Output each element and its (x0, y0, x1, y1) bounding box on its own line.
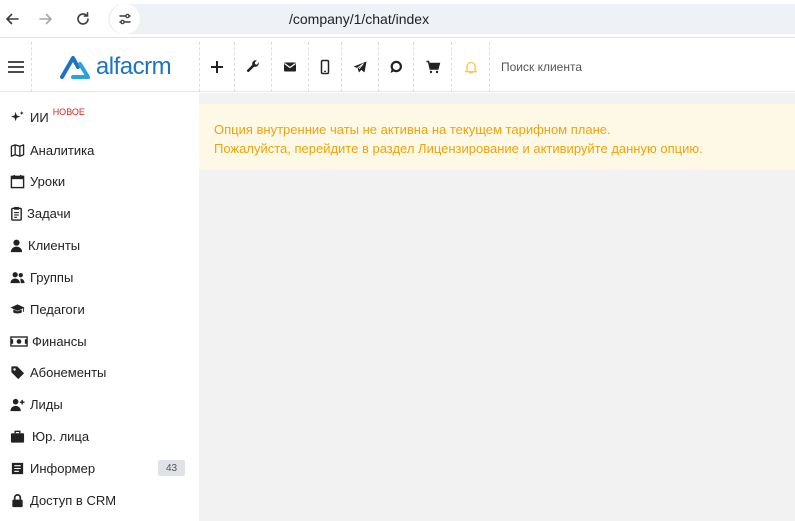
arrow-right-icon (39, 13, 53, 25)
sidebar-item-label: Клиенты (28, 237, 81, 253)
main-content: Опция внутренние чаты не активна на теку… (199, 93, 795, 521)
sidebar-item-label: Педагоги (30, 301, 85, 317)
address-bar[interactable]: /company/1/chat/index (108, 4, 795, 34)
bell-icon (464, 61, 477, 74)
newspaper-icon (9, 460, 25, 476)
sidebar-item-groups[interactable]: Группы (0, 261, 199, 293)
chat-button[interactable] (379, 42, 414, 92)
lock-icon (9, 492, 25, 508)
sidebar-item-ai[interactable]: ИИ НОВОЕ (0, 101, 199, 133)
tune-icon (119, 13, 131, 25)
sparkles-icon (9, 109, 25, 125)
notifications-button[interactable] (452, 42, 490, 92)
sidebar-item-label: Лиды (30, 396, 63, 412)
plus-icon (211, 61, 223, 73)
add-button[interactable] (200, 42, 235, 92)
user-plus-icon (9, 396, 25, 412)
app-header: alfacrm (0, 42, 795, 92)
envelope-icon (284, 62, 296, 72)
sidebar: ИИ НОВОЕ Аналитика Уроки Задачи Клиенты … (0, 93, 199, 521)
back-button[interactable] (0, 2, 29, 36)
sidebar-item-crm-access[interactable]: Доступ в CRM (0, 484, 199, 516)
sidebar-item-leads[interactable]: Лиды (0, 388, 199, 420)
client-search-input[interactable] (501, 60, 781, 74)
mobile-button[interactable] (309, 42, 342, 92)
sidebar-item-lessons[interactable]: Уроки (0, 165, 199, 197)
clipboard-icon (8, 205, 24, 221)
sidebar-item-analytics[interactable]: Аналитика (0, 134, 199, 166)
logo[interactable]: alfacrm (32, 42, 200, 92)
site-info-button[interactable] (110, 4, 140, 34)
new-badge: НОВОЕ (52, 107, 85, 117)
sidebar-item-label: Доступ в CRM (30, 492, 117, 508)
count-badge: 43 (158, 460, 185, 476)
license-warning-alert: Опция внутренние чаты не активна на теку… (199, 104, 795, 170)
sidebar-item-informer[interactable]: Информер 43 (0, 452, 199, 484)
alfacrm-logo-icon (59, 56, 90, 79)
logo-text: alfacrm (95, 53, 172, 80)
chat-bubble-icon (390, 60, 403, 73)
user-icon (8, 237, 24, 253)
sidebar-item-label: Аналитика (30, 142, 95, 158)
tag-icon (9, 364, 25, 380)
wrench-icon (246, 60, 259, 73)
settings-button[interactable] (235, 42, 272, 92)
browser-toolbar: /company/1/chat/index (0, 0, 795, 38)
sidebar-item-label: Группы (30, 269, 74, 285)
sidebar-item-subscriptions[interactable]: Абонементы (0, 356, 199, 388)
calendar-icon (9, 173, 25, 189)
briefcase-icon (9, 428, 25, 444)
sidebar-item-finance[interactable]: Финансы (0, 325, 199, 357)
sidebar-item-label: Информер (30, 460, 96, 476)
sidebar-item-label: Уроки (30, 173, 66, 189)
forward-button[interactable] (29, 2, 63, 36)
cart-icon (426, 60, 440, 74)
hamburger-icon (7, 61, 24, 73)
alert-line-2: Пожалуйста, перейдите в раздел Лицензиро… (214, 141, 703, 156)
sidebar-item-label: Юр. лица (32, 428, 90, 444)
sidebar-item-label: Задачи (27, 205, 71, 221)
telegram-icon (353, 61, 367, 73)
sidebar-item-clients[interactable]: Клиенты (0, 229, 199, 261)
cart-button[interactable] (414, 42, 452, 92)
phone-icon (320, 59, 330, 75)
sidebar-item-teachers[interactable]: Педагоги (0, 293, 199, 325)
graduation-cap-icon (9, 301, 25, 317)
url-text[interactable]: /company/1/chat/index (289, 11, 429, 27)
sidebar-item-label: Финансы (32, 333, 87, 349)
sidebar-item-label: Абонементы (30, 364, 107, 380)
mail-button[interactable] (272, 42, 309, 92)
arrow-left-icon (5, 13, 19, 25)
reload-icon (77, 12, 89, 25)
menu-toggle-button[interactable] (0, 42, 32, 92)
client-search (490, 42, 795, 92)
sidebar-item-label: ИИ (30, 109, 49, 125)
alert-line-1: Опция внутренние чаты не активна на теку… (214, 122, 611, 137)
telegram-button[interactable] (342, 42, 379, 92)
sidebar-item-legal-entities[interactable]: Юр. лица (0, 420, 199, 452)
sidebar-item-tasks[interactable]: Задачи (0, 197, 199, 229)
map-icon (9, 142, 25, 158)
reload-button[interactable] (66, 2, 100, 36)
money-icon (9, 333, 29, 349)
users-icon (9, 269, 25, 285)
